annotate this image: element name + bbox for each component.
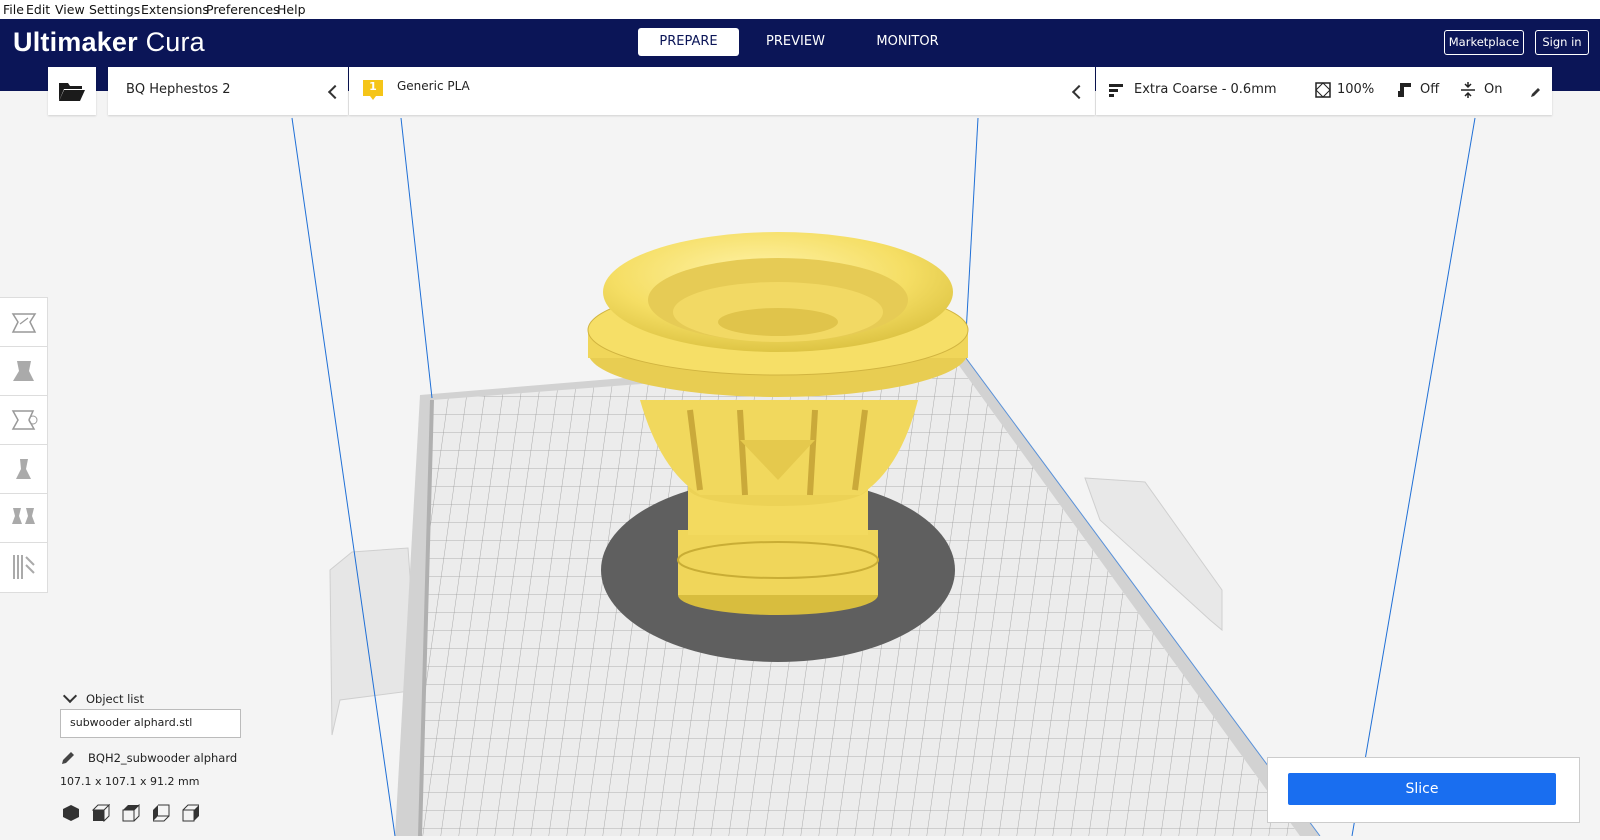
slice-button[interactable]: Slice	[1288, 773, 1556, 805]
menu-edit[interactable]: Edit	[26, 2, 50, 17]
infill-value: 100%	[1337, 82, 1375, 97]
support-blocker-icon[interactable]	[0, 543, 47, 591]
pencil-icon[interactable]	[1530, 83, 1542, 102]
pencil-icon[interactable]	[61, 750, 75, 769]
top-view-icon[interactable]	[122, 803, 140, 826]
menu-preferences[interactable]: Preferences	[206, 2, 280, 17]
chevron-left-icon	[1071, 84, 1087, 100]
support-value: Off	[1420, 82, 1440, 97]
scale-tool-icon[interactable]	[0, 347, 47, 396]
print-settings-panel[interactable]: Extra Coarse - 0.6mm 100% Off On	[1096, 67, 1552, 115]
profile-icon	[1109, 83, 1125, 103]
marketplace-button[interactable]: Marketplace	[1444, 30, 1524, 55]
material-selector[interactable]: 1 Generic PLA	[349, 67, 1095, 115]
menu-bar: File Edit View Settings Extensions Prefe…	[0, 0, 1600, 19]
sign-in-button[interactable]: Sign in	[1535, 30, 1589, 55]
printer-name: BQ Hephestos 2	[126, 82, 231, 97]
right-view-icon[interactable]	[182, 804, 200, 826]
extruder-badge: 1	[361, 78, 385, 102]
app-logo: Ultimaker Cura	[13, 27, 205, 58]
material-name: Generic PLA	[397, 79, 470, 93]
adhesion-icon	[1460, 81, 1476, 103]
3d-view-icon[interactable]	[62, 804, 80, 826]
tab-prepare[interactable]: PREPARE	[638, 28, 739, 56]
left-view-icon[interactable]	[152, 804, 170, 826]
profile-name: Extra Coarse - 0.6mm	[1134, 82, 1277, 97]
printer-selector[interactable]: BQ Hephestos 2	[108, 67, 348, 115]
extruder-number: 1	[369, 80, 377, 93]
chevron-left-icon	[327, 84, 343, 100]
object-list-toggle[interactable]: Object list	[62, 688, 183, 708]
tab-monitor[interactable]: MONITOR	[857, 28, 958, 56]
open-file-panel	[48, 67, 96, 115]
object-file-name: subwooder alphard.stl	[70, 716, 193, 729]
menu-help[interactable]: Help	[277, 2, 306, 17]
tool-sidebar	[0, 297, 48, 593]
infill-icon	[1315, 82, 1331, 102]
menu-view[interactable]: View	[55, 2, 85, 17]
folder-open-icon[interactable]	[58, 79, 86, 103]
support-icon	[1396, 81, 1412, 103]
object-name: BQH2_subwooder alphard	[88, 751, 238, 765]
tab-preview[interactable]: PREVIEW	[745, 28, 846, 56]
menu-extensions[interactable]: Extensions	[141, 2, 209, 17]
adhesion-value: On	[1484, 82, 1503, 97]
slice-panel: Slice	[1267, 757, 1580, 823]
front-view-icon[interactable]	[91, 803, 111, 826]
object-list-entry[interactable]: subwooder alphard.stl	[60, 709, 241, 738]
object-list-header: Object list	[86, 692, 144, 706]
rotate-tool-icon[interactable]	[0, 396, 47, 445]
move-tool-icon[interactable]	[0, 298, 47, 347]
object-dimensions: 107.1 x 107.1 x 91.2 mm	[60, 775, 200, 788]
menu-file[interactable]: File	[3, 2, 24, 17]
per-model-settings-icon[interactable]	[0, 494, 47, 543]
logo-product: Cura	[145, 27, 205, 57]
mirror-tool-icon[interactable]	[0, 445, 47, 494]
logo-brand: Ultimaker	[13, 27, 138, 57]
menu-settings[interactable]: Settings	[89, 2, 140, 17]
chevron-down-icon	[62, 688, 78, 704]
